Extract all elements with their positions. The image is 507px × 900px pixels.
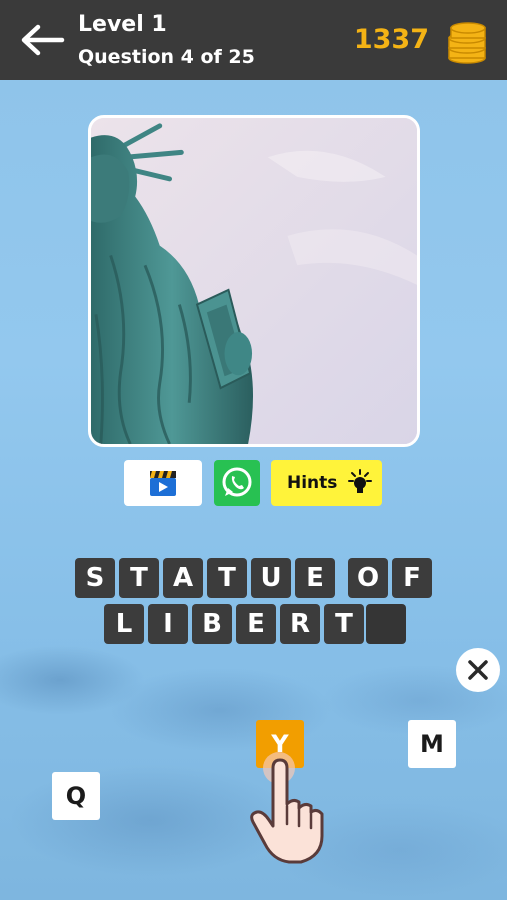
answer-tile[interactable]: T <box>207 558 247 598</box>
answer-tile[interactable]: T <box>324 604 364 644</box>
lightbulb-icon <box>348 469 372 493</box>
back-arrow-icon[interactable] <box>18 22 66 58</box>
letter-key-m[interactable]: M <box>408 720 456 768</box>
watch-video-button[interactable] <box>124 460 202 506</box>
answer-tile[interactable]: B <box>192 604 232 644</box>
answer-tile[interactable]: U <box>251 558 291 598</box>
coin-stack-icon <box>448 22 486 64</box>
answer-tile[interactable]: F <box>392 558 432 598</box>
answer-tile[interactable]: L <box>104 604 144 644</box>
answer-tile[interactable]: T <box>119 558 159 598</box>
top-bar: Level 1 Question 4 of 25 1337 <box>0 0 507 80</box>
question-counter: Question 4 of 25 <box>78 46 255 68</box>
answer-tile[interactable]: I <box>148 604 188 644</box>
answer-tile[interactable]: O <box>348 558 388 598</box>
answer-tile[interactable]: E <box>295 558 335 598</box>
coin-balance: 1337 <box>353 24 429 55</box>
pointing-hand-icon <box>250 752 324 864</box>
clear-answer-button[interactable] <box>456 648 500 692</box>
answer-tile[interactable]: A <box>163 558 203 598</box>
answer-tile[interactable]: S <box>75 558 115 598</box>
answer-tile[interactable]: R <box>280 604 320 644</box>
answer-tile-empty[interactable] <box>366 604 406 644</box>
whatsapp-share-button[interactable] <box>214 460 260 506</box>
whatsapp-icon <box>222 467 252 497</box>
clapperboard-video-icon <box>150 471 176 496</box>
letter-key-q[interactable]: Q <box>52 772 100 820</box>
puzzle-image <box>88 115 420 447</box>
answer-tile[interactable]: E <box>236 604 276 644</box>
close-icon <box>468 660 488 680</box>
hints-button[interactable]: Hints <box>271 460 382 506</box>
statue-of-liberty-image <box>91 118 417 444</box>
level-title: Level 1 <box>78 12 167 37</box>
hints-label: Hints <box>287 473 338 493</box>
